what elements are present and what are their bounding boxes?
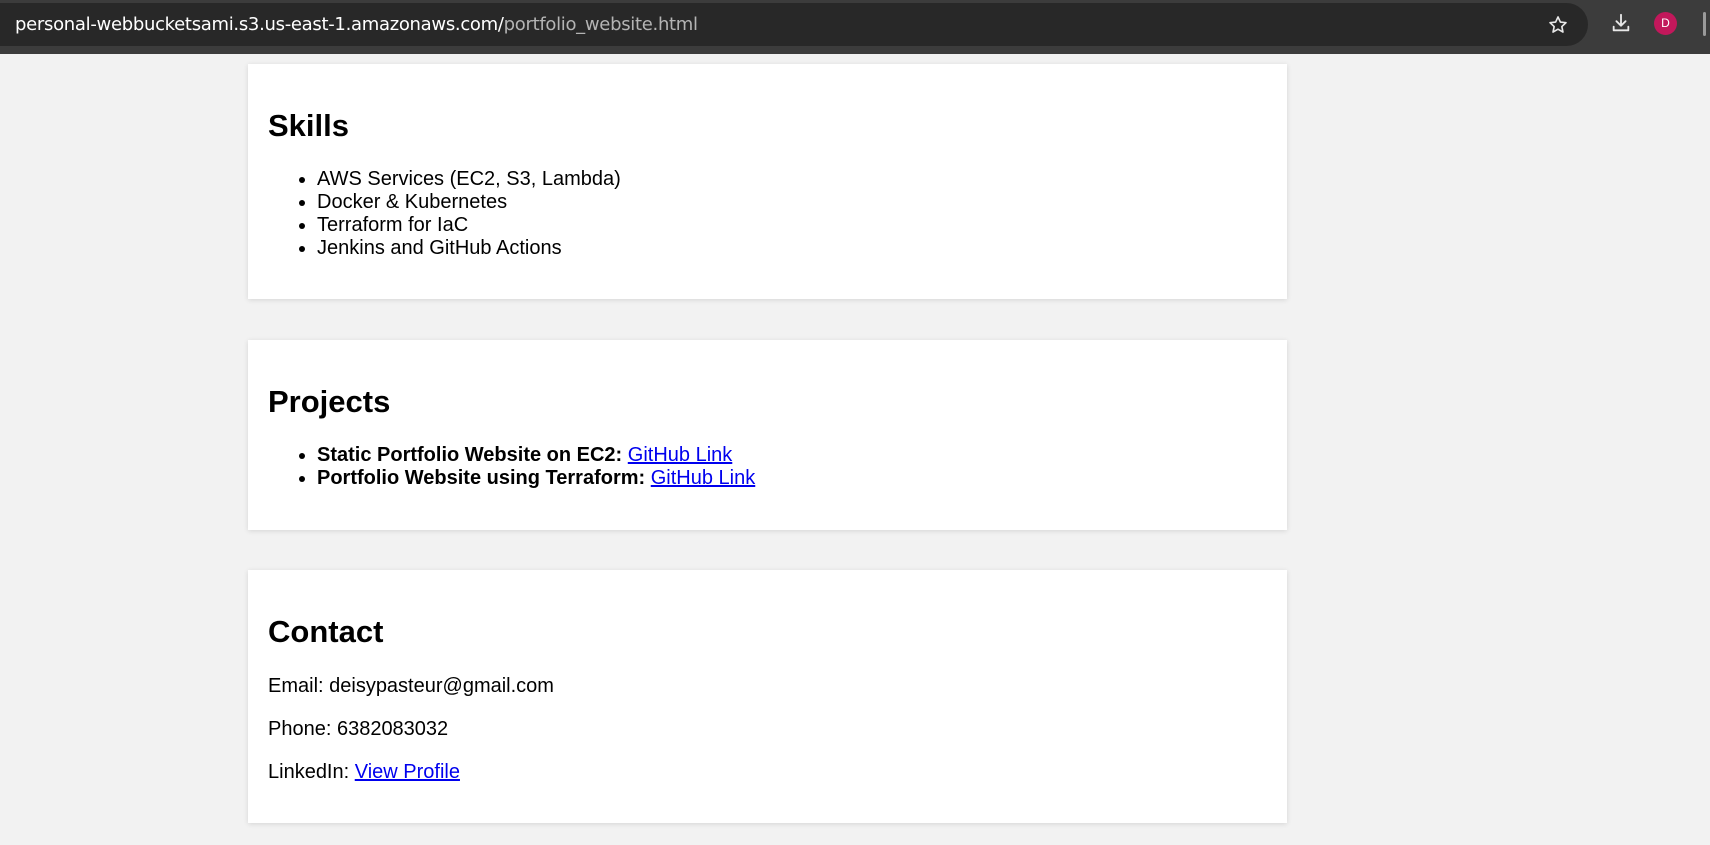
skills-list: AWS Services (EC2, S3, Lambda) Docker & … (268, 168, 621, 260)
contact-email: Email: deisypasteur@gmail.com (268, 675, 554, 697)
skill-item: Terraform for IaC (317, 214, 621, 237)
skill-item: Jenkins and GitHub Actions (317, 237, 621, 260)
projects-section: Projects Static Portfolio Website on EC2… (248, 340, 1287, 530)
project-title: Portfolio Website using Terraform: (317, 467, 646, 489)
download-icon[interactable] (1610, 12, 1632, 34)
url-path: portfolio_website.html (503, 14, 698, 35)
linkedin-profile-link[interactable]: View Profile (355, 761, 460, 783)
skills-heading: Skills (268, 108, 349, 143)
toolbar-divider (1703, 12, 1706, 36)
contact-section: Contact Email: deisypasteur@gmail.com Ph… (248, 570, 1287, 823)
project-title: Static Portfolio Website on EC2: (317, 444, 623, 466)
contact-phone: Phone: 6382083032 (268, 718, 449, 740)
contact-heading: Contact (268, 614, 384, 649)
project-item: Portfolio Website using Terraform: GitHu… (317, 467, 755, 490)
project-github-link[interactable]: GitHub Link (628, 444, 733, 466)
contact-linkedin: LinkedIn: View Profile (268, 761, 460, 784)
skills-section: Skills AWS Services (EC2, S3, Lambda) Do… (248, 64, 1287, 299)
skill-item: Docker & Kubernetes (317, 191, 621, 214)
address-bar[interactable]: personal-webbucketsami.s3.us-east-1.amaz… (0, 3, 1588, 46)
skill-item: AWS Services (EC2, S3, Lambda) (317, 168, 621, 191)
projects-heading: Projects (268, 384, 391, 419)
bookmark-star-icon[interactable] (1547, 14, 1569, 36)
linkedin-label: LinkedIn: (268, 761, 350, 783)
url-host: personal-webbucketsami.s3.us-east-1.amaz… (15, 14, 504, 35)
profile-avatar[interactable]: D (1654, 12, 1677, 35)
url-text[interactable]: personal-webbucketsami.s3.us-east-1.amaz… (15, 15, 698, 35)
browser-toolbar: personal-webbucketsami.s3.us-east-1.amaz… (0, 0, 1710, 54)
projects-list: Static Portfolio Website on EC2: GitHub … (268, 444, 755, 490)
project-item: Static Portfolio Website on EC2: GitHub … (317, 444, 755, 467)
project-github-link[interactable]: GitHub Link (651, 467, 756, 489)
